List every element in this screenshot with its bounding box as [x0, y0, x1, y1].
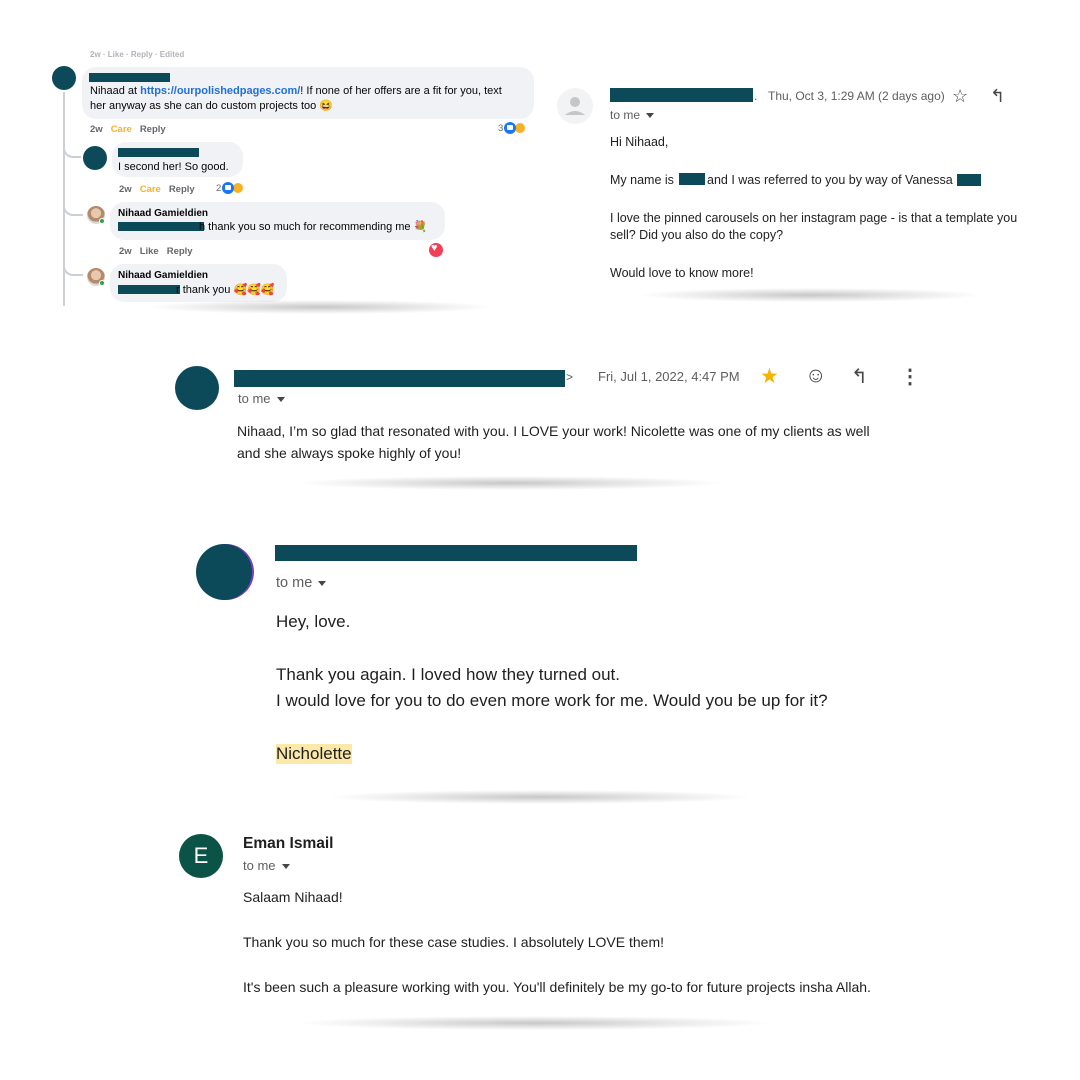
redacted-name: [118, 148, 199, 157]
comment-time[interactable]: 2w: [119, 184, 132, 195]
reaction-count: 2: [216, 182, 222, 194]
email-body-line: Thank you so much for these case studies…: [243, 934, 664, 950]
comment-text: h thank you so much for recommending me …: [199, 221, 428, 233]
recipient-label: to me: [276, 575, 313, 591]
email-body-line: and I was referred to you by way of Vane…: [707, 173, 953, 187]
redacted-name: [118, 222, 204, 231]
chevron-down-icon: [646, 113, 655, 119]
care-reaction-icon: [514, 122, 527, 134]
online-status-icon: [99, 280, 105, 286]
comment-text: I second her! So good.: [118, 161, 229, 173]
email-body-line: sell? Did you also do the copy?: [610, 228, 784, 242]
sender-email-bracket: >: [566, 370, 574, 384]
section-divider: [300, 476, 720, 490]
comment-actions: 2w Like Reply: [119, 246, 201, 257]
chevron-down-icon: [281, 864, 290, 870]
redacted-sender: [610, 88, 753, 102]
star-outline-icon[interactable]: ☆: [952, 86, 968, 107]
website-link[interactable]: https://ourpolishedpages.com/: [140, 85, 300, 97]
sender-name[interactable]: Eman Ismail: [243, 835, 333, 853]
like-button[interactable]: Like: [140, 246, 159, 257]
email-body-line: and she always spoke highly of you!: [237, 445, 462, 461]
care-reaction-button[interactable]: Care: [140, 184, 161, 195]
section-divider: [640, 288, 980, 302]
avatar[interactable]: [196, 544, 252, 600]
section-divider: [150, 300, 490, 314]
recipient-toggle[interactable]: to me: [610, 108, 655, 122]
care-reaction-button[interactable]: Care: [111, 124, 132, 135]
reply-button[interactable]: Reply: [167, 246, 193, 257]
redacted-name: [957, 174, 981, 186]
section-divider: [300, 1016, 770, 1030]
comment-text: Nihaad at https://ourpolishedpages.com/!…: [90, 84, 530, 114]
email-date: Fri, Jul 1, 2022, 4:47 PM: [598, 369, 740, 384]
email-body-line: I would love for you to do even more wor…: [276, 691, 828, 710]
care-reaction-icon: [232, 182, 245, 194]
recipient-label: to me: [610, 108, 641, 122]
recipient-label: to me: [238, 391, 271, 406]
email-body-line: Hey, love.: [276, 612, 351, 631]
email-signature: Nicholette: [276, 744, 352, 764]
avatar[interactable]: E: [179, 834, 223, 878]
email-body-line: Salaam Nihaad!: [243, 889, 343, 905]
sender-separator: .: [754, 89, 758, 103]
redacted-name: [118, 285, 180, 294]
email-body-line: Would love to know more!: [610, 266, 754, 280]
reply-icon[interactable]: ↰: [851, 364, 868, 389]
comment-actions: 2w Care Reply: [90, 124, 174, 135]
love-reaction-icon[interactable]: [429, 242, 443, 257]
recipient-label: to me: [243, 858, 276, 873]
recipient-toggle[interactable]: to me: [238, 391, 285, 406]
emoji-reaction-icon[interactable]: ☺: [805, 364, 826, 388]
email-body-line: I love the pinned carousels on her insta…: [610, 211, 1018, 225]
redacted-sender: [234, 370, 565, 387]
section-divider: [330, 790, 750, 804]
reaction-summary[interactable]: 3: [498, 122, 527, 134]
reply-icon[interactable]: ↰: [990, 86, 1005, 107]
online-status-icon: [99, 218, 105, 224]
chevron-down-icon: [276, 397, 285, 403]
reply-button[interactable]: Reply: [169, 184, 195, 195]
comment-text-line2: her anyway as she can do custom projects…: [90, 100, 333, 112]
comment-text: r thank you 🥰🥰🥰: [176, 284, 275, 296]
recipient-toggle[interactable]: to me: [276, 575, 327, 591]
thread-branch: [63, 140, 81, 158]
email-body-line: Nihaad, I’m so glad that resonated with …: [237, 423, 870, 439]
comment-text-rest: ! If none of her offers are a fit for yo…: [300, 85, 502, 97]
avatar[interactable]: [52, 66, 76, 90]
email-date: Thu, Oct 3, 1:29 AM (2 days ago): [768, 89, 945, 103]
comment-actions: 2w Care Reply: [119, 184, 203, 195]
recipient-toggle[interactable]: to me: [243, 858, 290, 873]
email-body-line: My name is: [610, 173, 674, 187]
reaction-summary[interactable]: 2: [216, 182, 245, 194]
person-icon: [565, 97, 585, 115]
like-reaction-icon: [222, 182, 235, 194]
comment-time[interactable]: 2w: [90, 124, 103, 135]
reaction-count: 3: [498, 122, 504, 134]
comment-author[interactable]: Nihaad Gamieldien: [118, 208, 208, 219]
chevron-down-icon: [318, 580, 327, 586]
avatar[interactable]: [175, 366, 219, 410]
avatar[interactable]: [557, 88, 593, 124]
comment-time[interactable]: 2w: [119, 246, 132, 257]
reply-button[interactable]: Reply: [140, 124, 166, 135]
cropped-meta-row: 2w · Like · Reply · Edited: [90, 50, 185, 59]
thread-branch: [63, 258, 83, 276]
comment-link-prefix: Nihaad at: [90, 85, 141, 97]
redacted-sender: [275, 545, 637, 561]
star-filled-icon[interactable]: ★: [760, 364, 779, 389]
more-options-icon[interactable]: ⋮: [900, 364, 920, 389]
email-body-line: It's been such a pleasure working with y…: [243, 979, 871, 995]
redacted-name: [679, 173, 705, 185]
comment-author[interactable]: Nihaad Gamieldien: [118, 270, 208, 281]
redacted-name: [89, 73, 170, 82]
email-body-line: Thank you again. I loved how they turned…: [276, 665, 621, 684]
email-body-line: Hi Nihaad,: [610, 135, 669, 149]
like-reaction-icon: [504, 122, 517, 134]
thread-branch: [63, 198, 83, 216]
avatar[interactable]: [83, 146, 107, 170]
